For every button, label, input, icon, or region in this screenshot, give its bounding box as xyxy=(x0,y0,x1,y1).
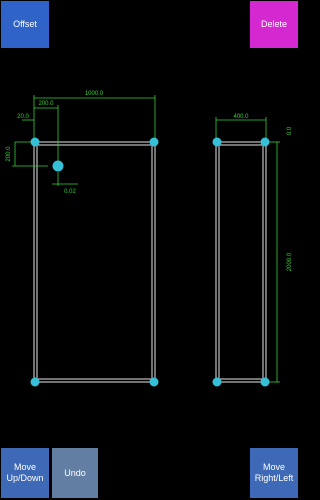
node-left-top-left[interactable] xyxy=(30,137,40,147)
right-dimension-lines xyxy=(215,117,280,383)
undo-label: Undo xyxy=(64,467,86,478)
node-right-bottom-right[interactable] xyxy=(260,377,270,387)
move-right-left-button[interactable]: Move Right/Left xyxy=(250,448,298,498)
right-panel-shape[interactable] xyxy=(215,141,267,383)
node-right-top-right[interactable] xyxy=(260,137,270,147)
node-right-top-left[interactable] xyxy=(212,137,222,147)
undo-button[interactable]: Undo xyxy=(52,448,98,498)
dim-left-marker: 0.02 xyxy=(64,189,76,195)
delete-button[interactable]: Delete xyxy=(250,1,298,48)
dim-left-sub-width: 200.0 xyxy=(38,101,54,107)
dim-left-small-width: 20.0 xyxy=(17,114,29,120)
node-left-bottom-right[interactable] xyxy=(149,377,159,387)
node-left-bottom-left[interactable] xyxy=(30,377,40,387)
dim-left-width: 1000.0 xyxy=(85,91,104,97)
dim-right-height: 2000.0 xyxy=(287,252,293,271)
node-handles xyxy=(30,137,270,387)
dim-right-width: 400.0 xyxy=(233,114,249,120)
move-right-left-label: Move Right/Left xyxy=(254,462,294,483)
delete-label: Delete xyxy=(260,19,287,29)
node-right-bottom-left[interactable] xyxy=(212,377,222,387)
offset-button[interactable]: Offset xyxy=(1,1,49,48)
node-left-top-right[interactable] xyxy=(149,137,159,147)
dim-left-offset: 200.0 xyxy=(6,146,12,162)
drawing-canvas[interactable]: 1000.0 200.0 20.0 200.0 0.02 400.0 0.0 2… xyxy=(0,0,300,500)
offset-label: Offset xyxy=(13,19,37,29)
left-panel-shape[interactable] xyxy=(33,141,156,383)
move-up-down-button[interactable]: Move Up/Down xyxy=(1,448,49,498)
dim-right-top: 0.0 xyxy=(287,126,293,135)
node-selected[interactable] xyxy=(52,160,64,172)
move-up-down-label: Move Up/Down xyxy=(6,462,44,483)
